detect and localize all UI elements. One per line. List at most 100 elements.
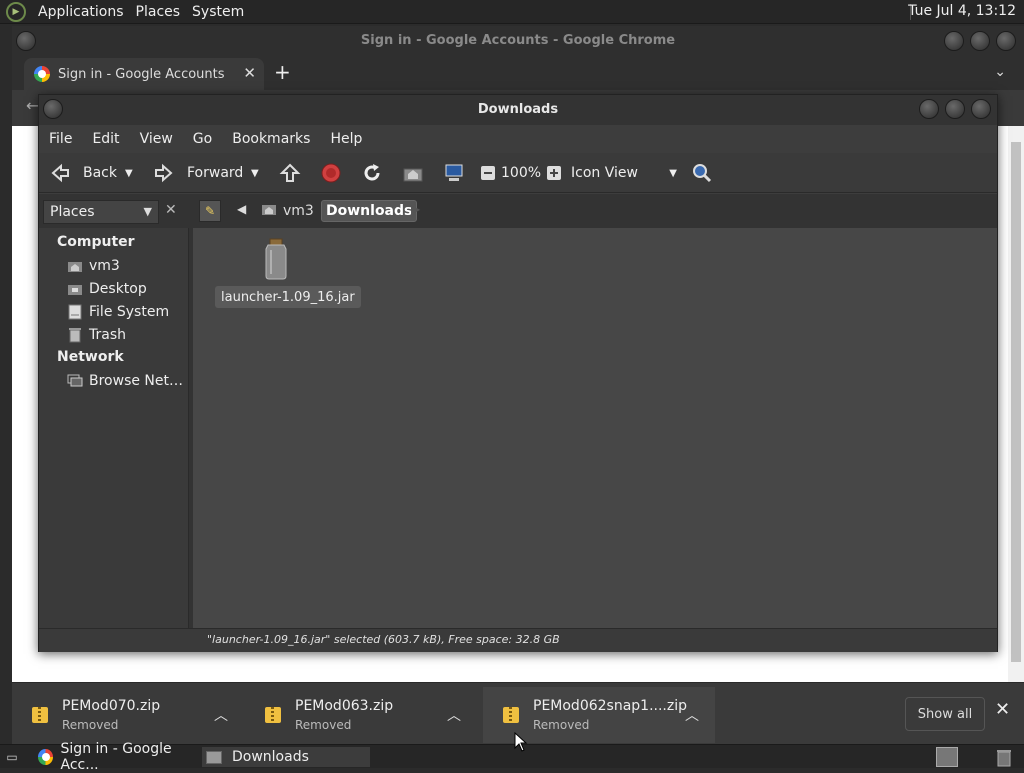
download-item[interactable]: PEMod063.zip Removed ︿ <box>245 687 477 743</box>
back-button[interactable]: Back <box>49 161 117 185</box>
minimize-button[interactable] <box>919 99 939 119</box>
computer-button[interactable] <box>443 161 465 185</box>
taskbar-item-label: Sign in - Google Acc... <box>60 741 172 773</box>
sidebar-item-browse-network[interactable]: Browse Net… <box>67 371 183 391</box>
show-all-button[interactable]: Show all <box>905 697 985 731</box>
zoom-in-icon <box>543 162 565 184</box>
reload-button[interactable] <box>361 161 383 185</box>
chevron-up-icon[interactable]: ︿ <box>447 705 461 725</box>
sidebar-item-label: Desktop <box>89 281 147 297</box>
chrome-titlebar[interactable]: Sign in - Google Accounts - Google Chrom… <box>12 26 1024 56</box>
menu-help[interactable]: Help <box>320 131 372 147</box>
show-desktop-icon[interactable]: ▭ <box>2 747 22 767</box>
maximize-button[interactable] <box>945 99 965 119</box>
up-button[interactable] <box>279 161 301 185</box>
menu-bookmarks[interactable]: Bookmarks <box>222 131 320 147</box>
download-status: Removed <box>533 718 590 732</box>
menu-go[interactable]: Go <box>183 131 222 147</box>
breadcrumb-label: vm3 <box>283 203 314 219</box>
close-sidebar-icon[interactable]: ✕ <box>165 202 177 218</box>
close-shelf-icon[interactable]: ✕ <box>995 699 1010 720</box>
search-button[interactable] <box>691 161 713 185</box>
edit-location-button[interactable]: ✎ <box>199 200 221 222</box>
location-bar: Places ▼ ✕ ✎ ◀ vm3 Downloads ▶ <box>39 194 997 228</box>
menu-places[interactable]: Places <box>132 4 185 20</box>
network-icon <box>67 373 83 389</box>
sidebar-item-vm3[interactable]: vm3 <box>67 256 120 276</box>
zoom-level: 100% <box>501 165 542 181</box>
tab-label: Sign in - Google Accounts <box>58 66 225 82</box>
menu-applications[interactable]: Applications <box>34 4 128 20</box>
close-window-button[interactable] <box>996 31 1016 51</box>
zip-file-icon <box>503 707 519 723</box>
minimize-button[interactable] <box>944 31 964 51</box>
zoom-in-button[interactable] <box>543 161 565 185</box>
sidebar-item-desktop[interactable]: Desktop <box>67 279 147 299</box>
path-scroll-right-icon[interactable]: ▶ <box>411 202 420 216</box>
sidebar-item-label: Browse Net… <box>89 373 184 389</box>
sidebar-places-select[interactable]: Places ▼ <box>43 200 159 224</box>
forward-label: Forward <box>187 165 244 181</box>
distro-logo-icon[interactable]: ▶ <box>6 1 26 22</box>
bottom-taskbar: ▭ Sign in - Google Acc... Downloads <box>0 741 1024 773</box>
tab-close-icon[interactable]: ✕ <box>243 64 256 82</box>
menu-view[interactable]: View <box>130 131 183 147</box>
reload-icon <box>361 162 383 184</box>
forward-button[interactable]: Forward <box>153 161 243 185</box>
back-dropdown-icon[interactable]: ▼ <box>125 161 133 185</box>
menu-edit[interactable]: Edit <box>82 131 129 147</box>
menu-system[interactable]: System <box>188 4 248 20</box>
statusbar: "launcher-1.09_16.jar" selected (603.7 k… <box>39 628 997 652</box>
breadcrumb-downloads[interactable]: Downloads <box>321 200 418 222</box>
chrome-icon <box>38 749 53 765</box>
back-label: Back <box>83 165 117 181</box>
chevron-down-icon: ▼ <box>143 205 152 218</box>
file-name: launcher-1.09_16.jar <box>215 286 361 308</box>
download-filename: PEMod062snap1....zip <box>533 698 688 714</box>
view-mode-select[interactable]: Icon View ▼ <box>571 161 677 185</box>
maximize-button[interactable] <box>970 31 990 51</box>
back-arrow-icon <box>49 162 71 184</box>
toolbar: Back ▼ Forward ▼ 100% Icon View ▼ <box>39 153 997 193</box>
sidebar-header-computer: Computer <box>57 234 135 250</box>
sidebar-item-file-system[interactable]: File System <box>67 302 169 322</box>
file-item[interactable]: launcher-1.09_16.jar <box>211 238 361 308</box>
mouse-cursor-icon <box>514 731 528 752</box>
trash-applet-icon[interactable] <box>994 747 1014 767</box>
download-item[interactable]: PEMod070.zip Removed ︿ <box>12 687 244 743</box>
search-icon <box>691 162 713 184</box>
home-folder-icon <box>402 162 424 184</box>
path-scroll-left-icon[interactable]: ◀ <box>237 202 246 216</box>
chrome-scrollbar[interactable] <box>1008 126 1024 682</box>
tab-search-chevron-icon[interactable]: ⌄ <box>994 64 1006 80</box>
workspace-switcher[interactable] <box>936 747 958 767</box>
breadcrumb-vm3[interactable]: vm3 <box>261 200 314 222</box>
stop-icon <box>320 162 342 184</box>
sidebar-item-trash[interactable]: Trash <box>67 325 126 345</box>
home-folder-icon <box>261 202 277 220</box>
stop-button[interactable] <box>320 161 342 185</box>
status-text: "launcher-1.09_16.jar" selected (603.7 k… <box>207 633 560 646</box>
tab-sign-in[interactable]: Sign in - Google Accounts ✕ <box>24 58 264 90</box>
clock[interactable]: Tue Jul 4, 13:12 <box>908 3 1016 19</box>
file-view[interactable]: launcher-1.09_16.jar <box>193 228 997 628</box>
new-tab-button[interactable]: + <box>274 62 291 82</box>
chevron-up-icon[interactable]: ︿ <box>214 705 228 725</box>
chevron-up-icon[interactable]: ︿ <box>685 705 699 725</box>
forward-dropdown-icon[interactable]: ▼ <box>251 161 259 185</box>
view-mode-label: Icon View <box>571 165 638 181</box>
home-button[interactable] <box>402 161 424 185</box>
sidebar-header-network: Network <box>57 349 124 365</box>
zip-file-icon <box>265 707 281 723</box>
zoom-out-button[interactable] <box>477 161 499 185</box>
sidebar-item-label: File System <box>89 304 170 320</box>
close-window-button[interactable] <box>971 99 991 119</box>
zoom-out-icon <box>477 162 499 184</box>
file-manager-titlebar[interactable]: Downloads <box>39 95 997 125</box>
menu-file[interactable]: File <box>39 131 82 147</box>
taskbar-item-downloads[interactable]: Downloads <box>202 747 370 767</box>
places-sidebar: Computer vm3 Desktop File System Trash N <box>39 228 189 628</box>
scrollbar-thumb[interactable] <box>1011 142 1021 662</box>
folder-icon <box>206 750 222 764</box>
taskbar-item-chrome[interactable]: Sign in - Google Acc... <box>34 741 200 773</box>
